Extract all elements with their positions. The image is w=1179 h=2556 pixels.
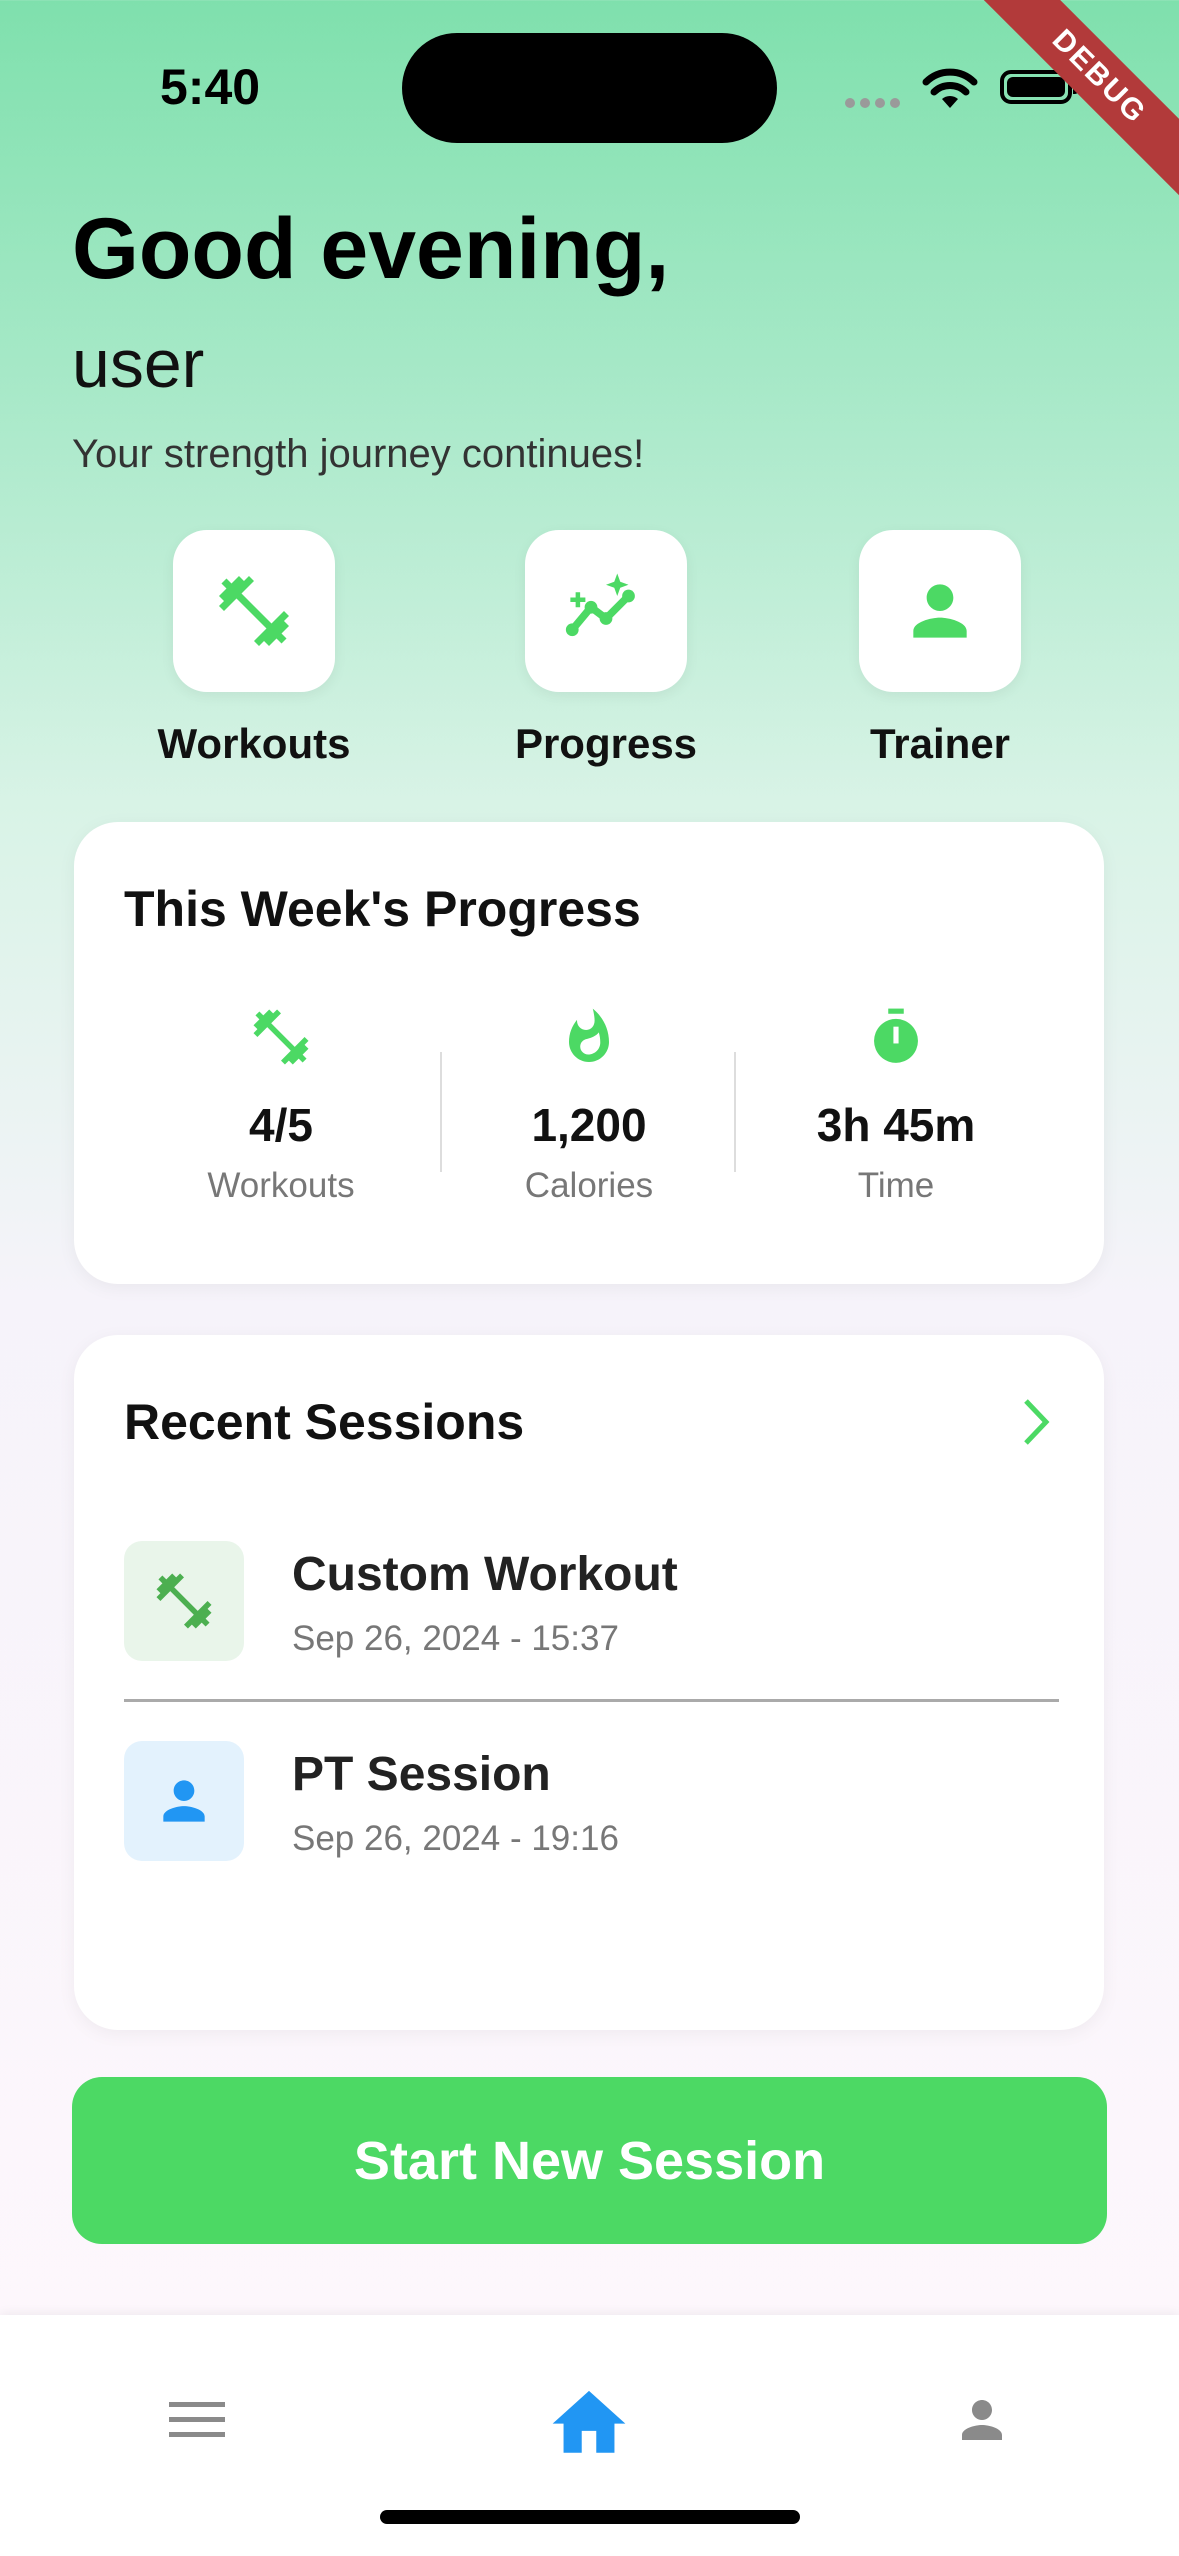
timer-icon	[874, 1008, 918, 1063]
person-icon	[913, 584, 967, 638]
quick-action-tile[interactable]	[173, 530, 335, 692]
session-title: Custom Workout	[292, 1548, 678, 1601]
quick-action-tile[interactable]	[859, 530, 1021, 692]
dumbbell-icon	[219, 576, 289, 646]
home-indicator	[380, 2510, 800, 2524]
recent-sessions-title: Recent Sessions	[124, 1394, 525, 1450]
session-time: Sep 26, 2024 - 19:16	[292, 1819, 619, 1858]
dumbbell-icon	[253, 1009, 309, 1065]
start-new-session-button[interactable]: Start New Session	[72, 2077, 1107, 2244]
stat-divider	[734, 1052, 736, 1172]
session-title: PT Session	[292, 1748, 551, 1801]
quick-action-tile[interactable]	[525, 530, 687, 692]
stat-value: 1,200	[531, 1099, 647, 1151]
stat-calories: 1,200 Calories	[439, 1002, 739, 1206]
session-icon-tile	[124, 1541, 244, 1661]
session-divider	[124, 1699, 1059, 1702]
greeting-heading: Good evening,	[72, 201, 670, 297]
profile-icon	[962, 2400, 1002, 2440]
quick-action-workouts[interactable]: Workouts	[134, 530, 374, 768]
cellular-signal-icon	[845, 95, 905, 108]
wifi-icon	[922, 68, 978, 108]
dynamic-island	[402, 33, 777, 143]
recent-sessions-card: Recent Sessions Custom Workout Sep 26, 2…	[74, 1335, 1104, 2030]
nav-home-button[interactable]	[529, 2375, 649, 2465]
nav-menu-button[interactable]	[137, 2375, 257, 2465]
trending-chart-icon	[565, 573, 635, 637]
session-item[interactable]: Custom Workout Sep 26, 2024 - 15:37	[124, 1541, 1059, 1666]
stat-workouts: 4/5 Workouts	[131, 1002, 431, 1206]
dumbbell-icon	[156, 1573, 212, 1629]
weekly-progress-title: This Week's Progress	[124, 881, 641, 937]
weekly-progress-card: This Week's Progress 4/5 Workouts 1,200 …	[74, 822, 1104, 1284]
stat-label: Workouts	[207, 1166, 355, 1205]
session-item[interactable]: PT Session Sep 26, 2024 - 19:16	[124, 1741, 1059, 1866]
stat-value: 3h 45m	[816, 1099, 976, 1151]
stat-label: Calories	[524, 1166, 654, 1205]
quick-action-label: Workouts	[157, 720, 351, 767]
stat-time: 3h 45m Time	[746, 1002, 1046, 1206]
quick-action-label: Trainer	[869, 720, 1011, 767]
stat-label: Time	[857, 1166, 935, 1205]
home-icon	[552, 2390, 626, 2453]
session-icon-tile	[124, 1741, 244, 1861]
person-icon	[163, 1780, 205, 1822]
username-label: user	[72, 326, 205, 402]
flame-icon	[569, 1008, 609, 1062]
status-bar: 5:40	[0, 0, 1179, 180]
nav-profile-button[interactable]	[922, 2375, 1042, 2465]
quick-action-progress[interactable]: Progress	[486, 530, 726, 768]
quick-action-trainer[interactable]: Trainer	[820, 530, 1060, 768]
session-time: Sep 26, 2024 - 15:37	[292, 1619, 619, 1658]
menu-icon	[169, 2402, 225, 2437]
quick-action-label: Progress	[514, 720, 698, 767]
quick-actions: Workouts Progress Trainer	[0, 530, 1179, 780]
stat-value: 4/5	[249, 1099, 313, 1151]
chevron-right-icon[interactable]	[1018, 1395, 1054, 1449]
tagline: Your strength journey continues!	[72, 432, 645, 476]
status-time: 5:40	[160, 59, 261, 115]
